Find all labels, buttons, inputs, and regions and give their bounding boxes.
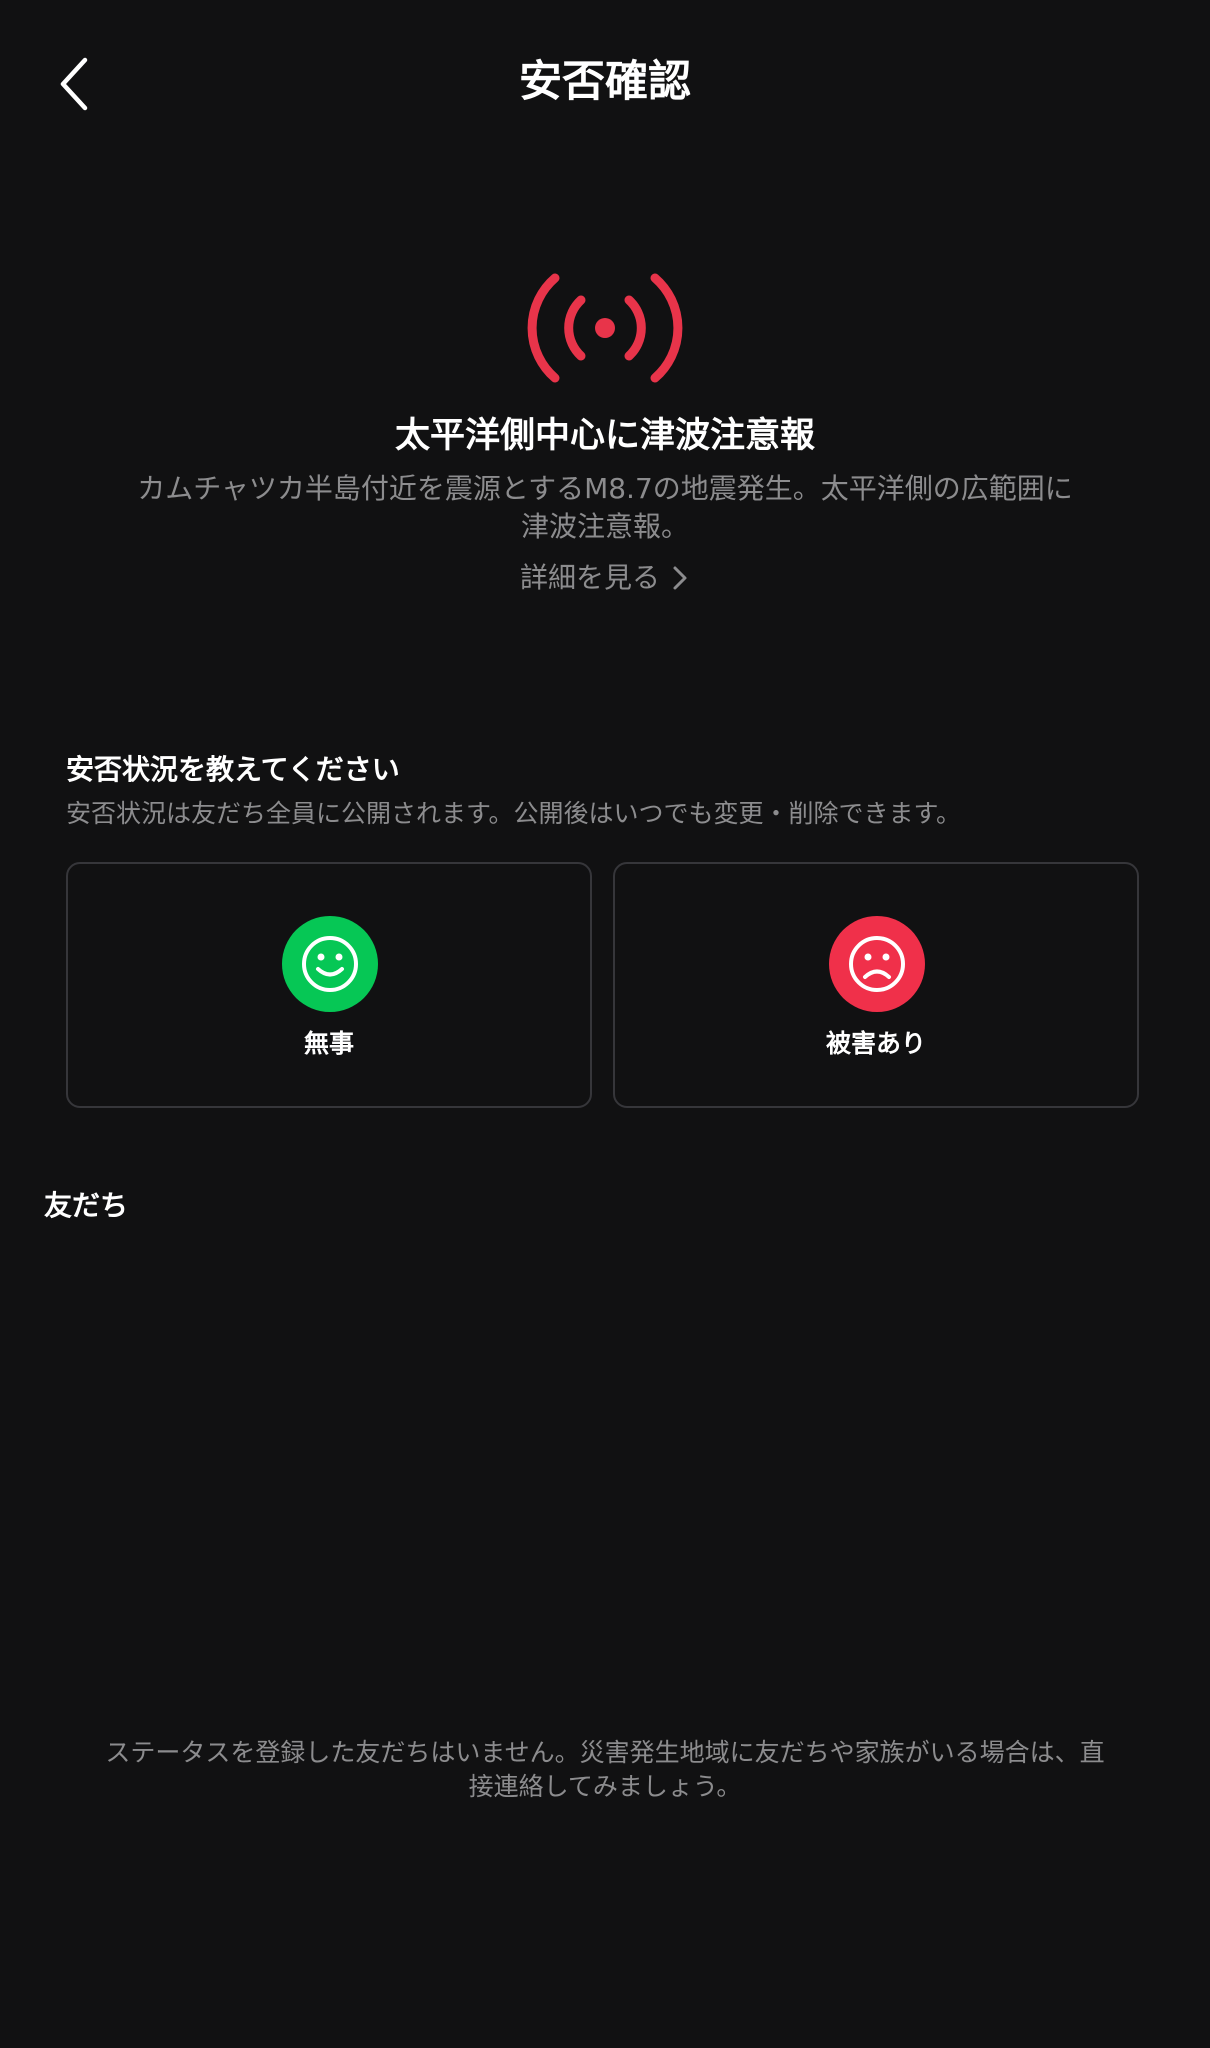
header: 安否確認 bbox=[0, 0, 1210, 170]
detail-link[interactable]: 詳細を見る bbox=[0, 556, 1210, 600]
status-section-title: 安否状況を教えてください bbox=[66, 753, 400, 786]
safe-label: 無事 bbox=[303, 1029, 354, 1058]
status-section-description: 安否状況は友だち全員に公開されます。公開後はいつでも変更・削除できます。 bbox=[66, 799, 962, 828]
safe-button[interactable]: 無事 bbox=[66, 862, 592, 1108]
alert-description: カムチャツカ半島付近を震源とするM8.7の地震発生。太平洋側の広範囲に津波注意報… bbox=[137, 472, 1073, 543]
broadcast-icon bbox=[527, 273, 683, 383]
chevron-right-icon bbox=[673, 566, 687, 590]
alert-title: 太平洋側中心に津波注意報 bbox=[394, 416, 815, 456]
empty-friends-message: ステータスを登録した友だちはいません。災害発生地域に友だちや家族がいる場合は、直… bbox=[105, 1738, 1105, 1801]
page-title: 安否確認 bbox=[519, 57, 691, 107]
friends-title: 友だち bbox=[44, 1189, 129, 1222]
frown-icon bbox=[829, 916, 925, 1012]
damage-button[interactable]: 被害あり bbox=[613, 862, 1139, 1108]
detail-link-label: 詳細を見る bbox=[519, 561, 660, 594]
damage-label: 被害あり bbox=[825, 1029, 926, 1058]
smile-icon bbox=[282, 916, 378, 1012]
